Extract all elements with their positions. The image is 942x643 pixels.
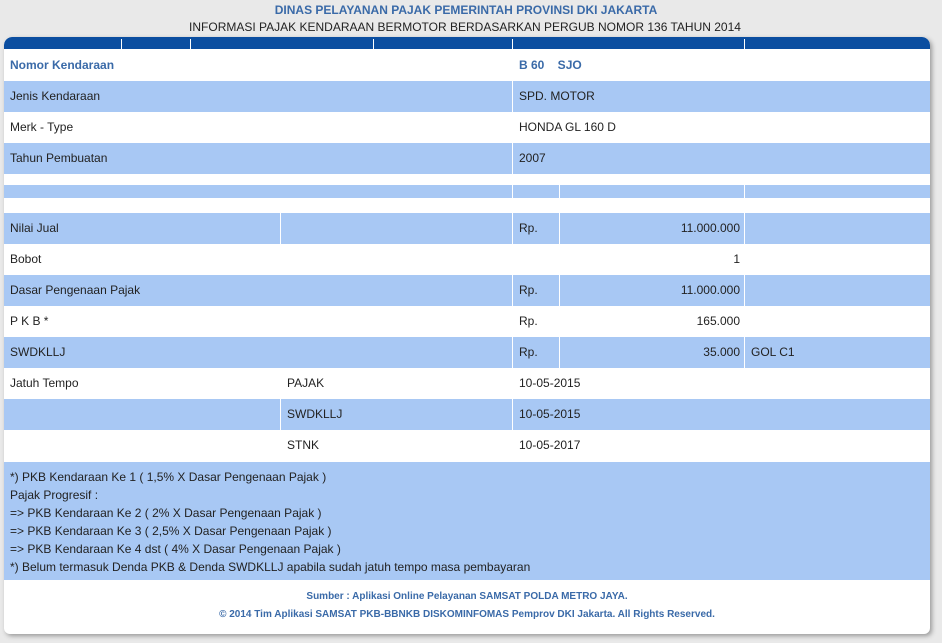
note-line: *) Belum termasuk Denda PKB & Denda SWDK… bbox=[10, 560, 531, 574]
tahun-pembuatan-value: 2007 bbox=[519, 151, 546, 165]
nilai-jual-value: 11.000.000 bbox=[680, 221, 740, 235]
jatuh-tempo-label: Jatuh Tempo bbox=[10, 376, 79, 390]
row-dasar-pengenaan-pajak: Dasar Pengenaan Pajak Rp. 11.000.000 bbox=[4, 275, 930, 306]
row-jatuh-tempo-stnk: STNK 10-05-2017 bbox=[4, 430, 930, 461]
dpp-label: Dasar Pengenaan Pajak bbox=[10, 283, 141, 297]
jenis-kendaraan-value: SPD. MOTOR bbox=[519, 89, 595, 103]
nomor-kendaraan-label: Nomor Kendaraan bbox=[10, 58, 115, 72]
dpp-value: 11.000.000 bbox=[680, 283, 740, 297]
stnk-due-label: STNK bbox=[287, 438, 320, 452]
tahun-pembuatan-label: Tahun Pembuatan bbox=[10, 151, 108, 165]
row-separator bbox=[4, 185, 930, 198]
swdkllj-due-label: SWDKLLJ bbox=[287, 407, 343, 421]
page-subtitle: INFORMASI PAJAK KENDARAAN BERMOTOR BERDA… bbox=[189, 20, 741, 34]
merk-type-value: HONDA GL 160 D bbox=[519, 120, 616, 134]
merk-type-label: Merk - Type bbox=[10, 120, 74, 134]
row-swdkllj: SWDKLLJ Rp. 35.000 GOL C1 bbox=[4, 337, 930, 368]
nilai-jual-currency: Rp. bbox=[519, 221, 538, 235]
swdkllj-currency: Rp. bbox=[519, 345, 538, 359]
pkb-value: 165.000 bbox=[696, 314, 740, 328]
note-line: => PKB Kendaraan Ke 2 ( 2% X Dasar Penge… bbox=[10, 506, 322, 520]
row-tahun-pembuatan: Tahun Pembuatan 2007 bbox=[4, 143, 930, 174]
row-nomor-kendaraan: Nomor Kendaraan B 60 SJO bbox=[4, 50, 930, 81]
swdkllj-value: 35.000 bbox=[703, 345, 740, 359]
tax-info-panel: Nomor Kendaraan B 60 SJO Jenis Kendaraan… bbox=[4, 37, 930, 634]
row-merk-type: Merk - Type HONDA GL 160 D bbox=[4, 112, 930, 143]
stnk-due-date: 10-05-2017 bbox=[519, 438, 581, 452]
row-jatuh-tempo-pajak: Jatuh Tempo PAJAK 10-05-2015 bbox=[4, 368, 930, 399]
footer-copyright: © 2014 Tim Aplikasi SAMSAT PKB-BBNKB DIS… bbox=[219, 609, 715, 620]
row-pkb: P K B * Rp. 165.000 bbox=[4, 306, 930, 337]
nomor-kendaraan-value: B 60 SJO bbox=[519, 58, 582, 72]
row-nilai-jual: Nilai Jual Rp. 11.000.000 bbox=[4, 213, 930, 244]
row-bobot: Bobot 1 bbox=[4, 244, 930, 275]
pajak-due-date: 10-05-2015 bbox=[519, 376, 581, 390]
swdkllj-label: SWDKLLJ bbox=[10, 345, 66, 359]
nilai-jual-label: Nilai Jual bbox=[10, 221, 59, 235]
note-line: => PKB Kendaraan Ke 4 dst ( 4% X Dasar P… bbox=[10, 542, 341, 556]
swdkllj-golongan: GOL C1 bbox=[751, 345, 795, 359]
swdkllj-due-date: 10-05-2015 bbox=[519, 407, 581, 421]
footer-source: Sumber : Aplikasi Online Pelayanan SAMSA… bbox=[306, 591, 628, 602]
dpp-currency: Rp. bbox=[519, 283, 538, 297]
note-line: => PKB Kendaraan Ke 3 ( 2,5% X Dasar Pen… bbox=[10, 524, 332, 538]
tax-notes: *) PKB Kendaraan Ke 1 ( 1,5% X Dasar Pen… bbox=[4, 462, 930, 580]
note-line: *) PKB Kendaraan Ke 1 ( 1,5% X Dasar Pen… bbox=[10, 470, 327, 484]
bobot-value: 1 bbox=[733, 252, 740, 266]
pajak-due-label: PAJAK bbox=[287, 376, 325, 390]
pkb-currency: Rp. bbox=[519, 314, 538, 328]
agency-title: DINAS PELAYANAN PAJAK PEMERINTAH PROVINS… bbox=[274, 3, 658, 17]
row-jatuh-tempo-swdkllj: SWDKLLJ 10-05-2015 bbox=[4, 399, 930, 430]
note-line: Pajak Progresif : bbox=[10, 488, 99, 502]
bobot-label: Bobot bbox=[10, 252, 42, 266]
jenis-kendaraan-label: Jenis Kendaraan bbox=[10, 89, 101, 103]
pkb-label: P K B * bbox=[10, 314, 49, 328]
row-jenis-kendaraan: Jenis Kendaraan SPD. MOTOR bbox=[4, 81, 930, 112]
panel-header-bar bbox=[4, 37, 930, 49]
